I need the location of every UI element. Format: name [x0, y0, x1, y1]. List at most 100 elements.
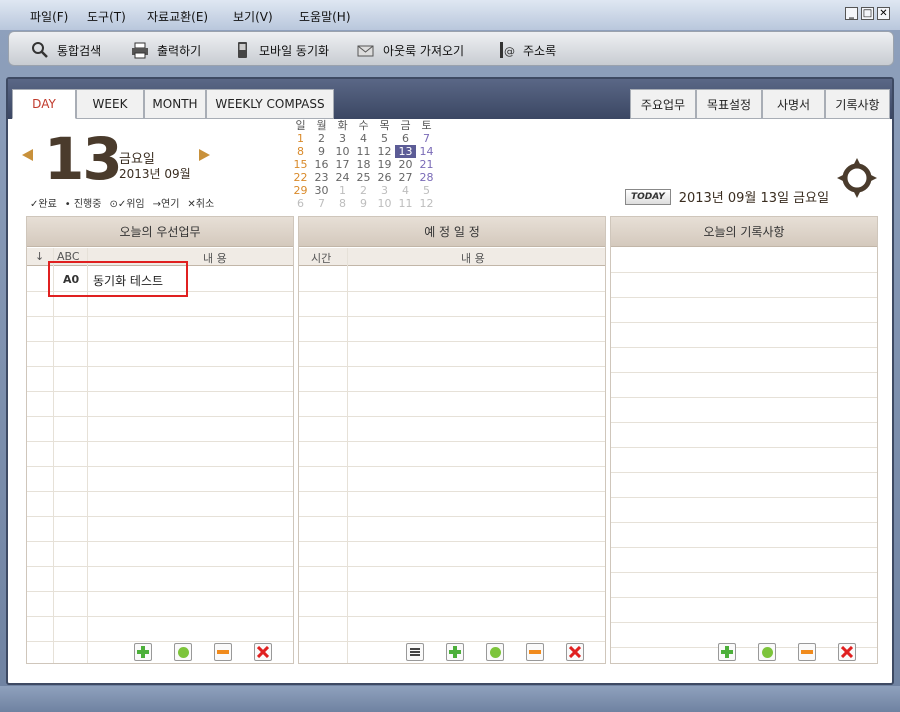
mini-cal-day[interactable]: 8: [332, 197, 353, 210]
mini-cal-day[interactable]: 7: [416, 132, 437, 145]
mini-cal-day[interactable]: 29: [290, 184, 311, 197]
prev-day-arrow-icon[interactable]: [22, 149, 33, 161]
tab-day[interactable]: DAY: [12, 89, 76, 119]
mini-cal-day[interactable]: 8: [290, 145, 311, 158]
schedule-title: 예 정 일 정: [299, 217, 605, 247]
tab-records[interactable]: 기록사항: [825, 89, 890, 119]
content-column: 내 용: [203, 252, 227, 265]
mini-cal-day[interactable]: 24: [332, 171, 353, 184]
search-label: 통합검색: [57, 43, 102, 58]
mini-cal-day[interactable]: 22: [290, 171, 311, 184]
delete-button[interactable]: [254, 643, 272, 661]
mini-cal-day[interactable]: 12: [416, 197, 437, 210]
menu-help[interactable]: 도움말(H): [299, 8, 351, 25]
address-book-button[interactable]: @ 주소록: [497, 41, 556, 59]
mini-cal-day[interactable]: 5: [374, 132, 395, 145]
green-dot-icon: [489, 646, 501, 658]
mini-cal-day[interactable]: 25: [353, 171, 374, 184]
schedule-column-header: 시간 내 용: [299, 248, 605, 266]
menu-file[interactable]: 파일(F): [30, 8, 68, 25]
remove-button[interactable]: [214, 643, 232, 661]
maximize-button[interactable]: □: [861, 7, 874, 20]
compass-icon[interactable]: [837, 158, 877, 198]
mini-cal-day[interactable]: 18: [353, 158, 374, 171]
priority-rows[interactable]: [27, 267, 293, 663]
delete-button[interactable]: [566, 643, 584, 661]
mini-cal-day[interactable]: 19: [374, 158, 395, 171]
time-column: 시간: [311, 252, 332, 265]
mini-cal-day[interactable]: 9: [353, 197, 374, 210]
mini-cal-day[interactable]: 14: [416, 145, 437, 158]
mini-cal-day[interactable]: 30: [311, 184, 332, 197]
menu-tools[interactable]: 도구(T): [87, 8, 126, 25]
mini-cal-day[interactable]: 6: [290, 197, 311, 210]
x-icon: [841, 646, 853, 658]
add-button[interactable]: [134, 643, 152, 661]
mini-cal-header: 화: [337, 119, 348, 132]
print-button[interactable]: 출력하기: [131, 41, 201, 59]
mini-cal-day[interactable]: 1: [332, 184, 353, 197]
mini-cal-day[interactable]: 3: [374, 184, 395, 197]
mini-cal-day[interactable]: 2: [353, 184, 374, 197]
mobile-sync-button[interactable]: 모바일 동기화: [233, 41, 329, 59]
list-button[interactable]: [406, 643, 424, 661]
next-day-arrow-icon[interactable]: [199, 149, 210, 161]
mini-cal-day[interactable]: 9: [311, 145, 332, 158]
mini-cal-day[interactable]: 5: [416, 184, 437, 197]
mini-cal-day[interactable]: 2: [311, 132, 332, 145]
mini-cal-header: 목: [379, 119, 390, 132]
priority-title: 오늘의 우선업무: [27, 217, 293, 247]
outlook-import-button[interactable]: 아웃룩 가져오기: [357, 41, 464, 59]
mini-cal-day[interactable]: 20: [395, 158, 416, 171]
close-button[interactable]: ✕: [877, 7, 890, 20]
mini-cal-day[interactable]: 15: [290, 158, 311, 171]
mini-cal-day[interactable]: 4: [353, 132, 374, 145]
remove-button[interactable]: [798, 643, 816, 661]
mini-cal-header: 금: [400, 119, 411, 132]
mini-cal-day[interactable]: 11: [395, 197, 416, 210]
tab-week[interactable]: WEEK: [76, 89, 144, 119]
menu-view[interactable]: 보기(V): [233, 8, 273, 25]
mini-cal-day[interactable]: 4: [395, 184, 416, 197]
mini-cal-day[interactable]: 21: [416, 158, 437, 171]
add-button[interactable]: [446, 643, 464, 661]
mini-cal-day[interactable]: 6: [395, 132, 416, 145]
delete-button[interactable]: [838, 643, 856, 661]
minimize-button[interactable]: _: [845, 7, 858, 20]
mini-cal-day[interactable]: 10: [332, 145, 353, 158]
sort-arrow-icon[interactable]: ↓: [35, 250, 44, 263]
mini-cal-day[interactable]: 13: [395, 145, 416, 158]
tab-month[interactable]: MONTH: [144, 89, 206, 119]
status-button[interactable]: [486, 643, 504, 661]
mini-cal-day[interactable]: 11: [353, 145, 374, 158]
mini-cal-day[interactable]: 28: [416, 171, 437, 184]
menu-exchange[interactable]: 자료교환(E): [147, 8, 208, 25]
mini-cal-day[interactable]: 1: [290, 132, 311, 145]
status-button[interactable]: [758, 643, 776, 661]
mini-cal-day[interactable]: 23: [311, 171, 332, 184]
notes-rows[interactable]: [611, 248, 877, 663]
mini-cal-day[interactable]: 12: [374, 145, 395, 158]
tab-weekly-compass[interactable]: WEEKLY COMPASS: [206, 89, 334, 119]
remove-button[interactable]: [526, 643, 544, 661]
mini-cal-day[interactable]: 3: [332, 132, 353, 145]
mini-cal-day[interactable]: 16: [311, 158, 332, 171]
schedule-rows[interactable]: [299, 267, 605, 663]
legend-postponed: →연기: [152, 199, 180, 210]
tab-goal-setting[interactable]: 목표설정: [696, 89, 762, 119]
minus-icon: [801, 650, 813, 654]
tab-mission[interactable]: 사명서: [762, 89, 825, 119]
schedule-panel: 예 정 일 정 시간 내 용: [298, 216, 606, 664]
tab-main-tasks[interactable]: 주요업무: [630, 89, 696, 119]
today-display: TODAY 2013년 09월 13일 금요일: [625, 187, 829, 206]
mini-cal-day[interactable]: 7: [311, 197, 332, 210]
mini-cal-day[interactable]: 27: [395, 171, 416, 184]
search-button[interactable]: 통합검색: [31, 41, 101, 59]
mini-cal-day[interactable]: 17: [332, 158, 353, 171]
add-button[interactable]: [718, 643, 736, 661]
today-button[interactable]: TODAY: [625, 188, 671, 205]
status-button[interactable]: [174, 643, 192, 661]
mini-cal-day[interactable]: 26: [374, 171, 395, 184]
address-book-icon: @: [500, 42, 515, 58]
mini-cal-day[interactable]: 10: [374, 197, 395, 210]
